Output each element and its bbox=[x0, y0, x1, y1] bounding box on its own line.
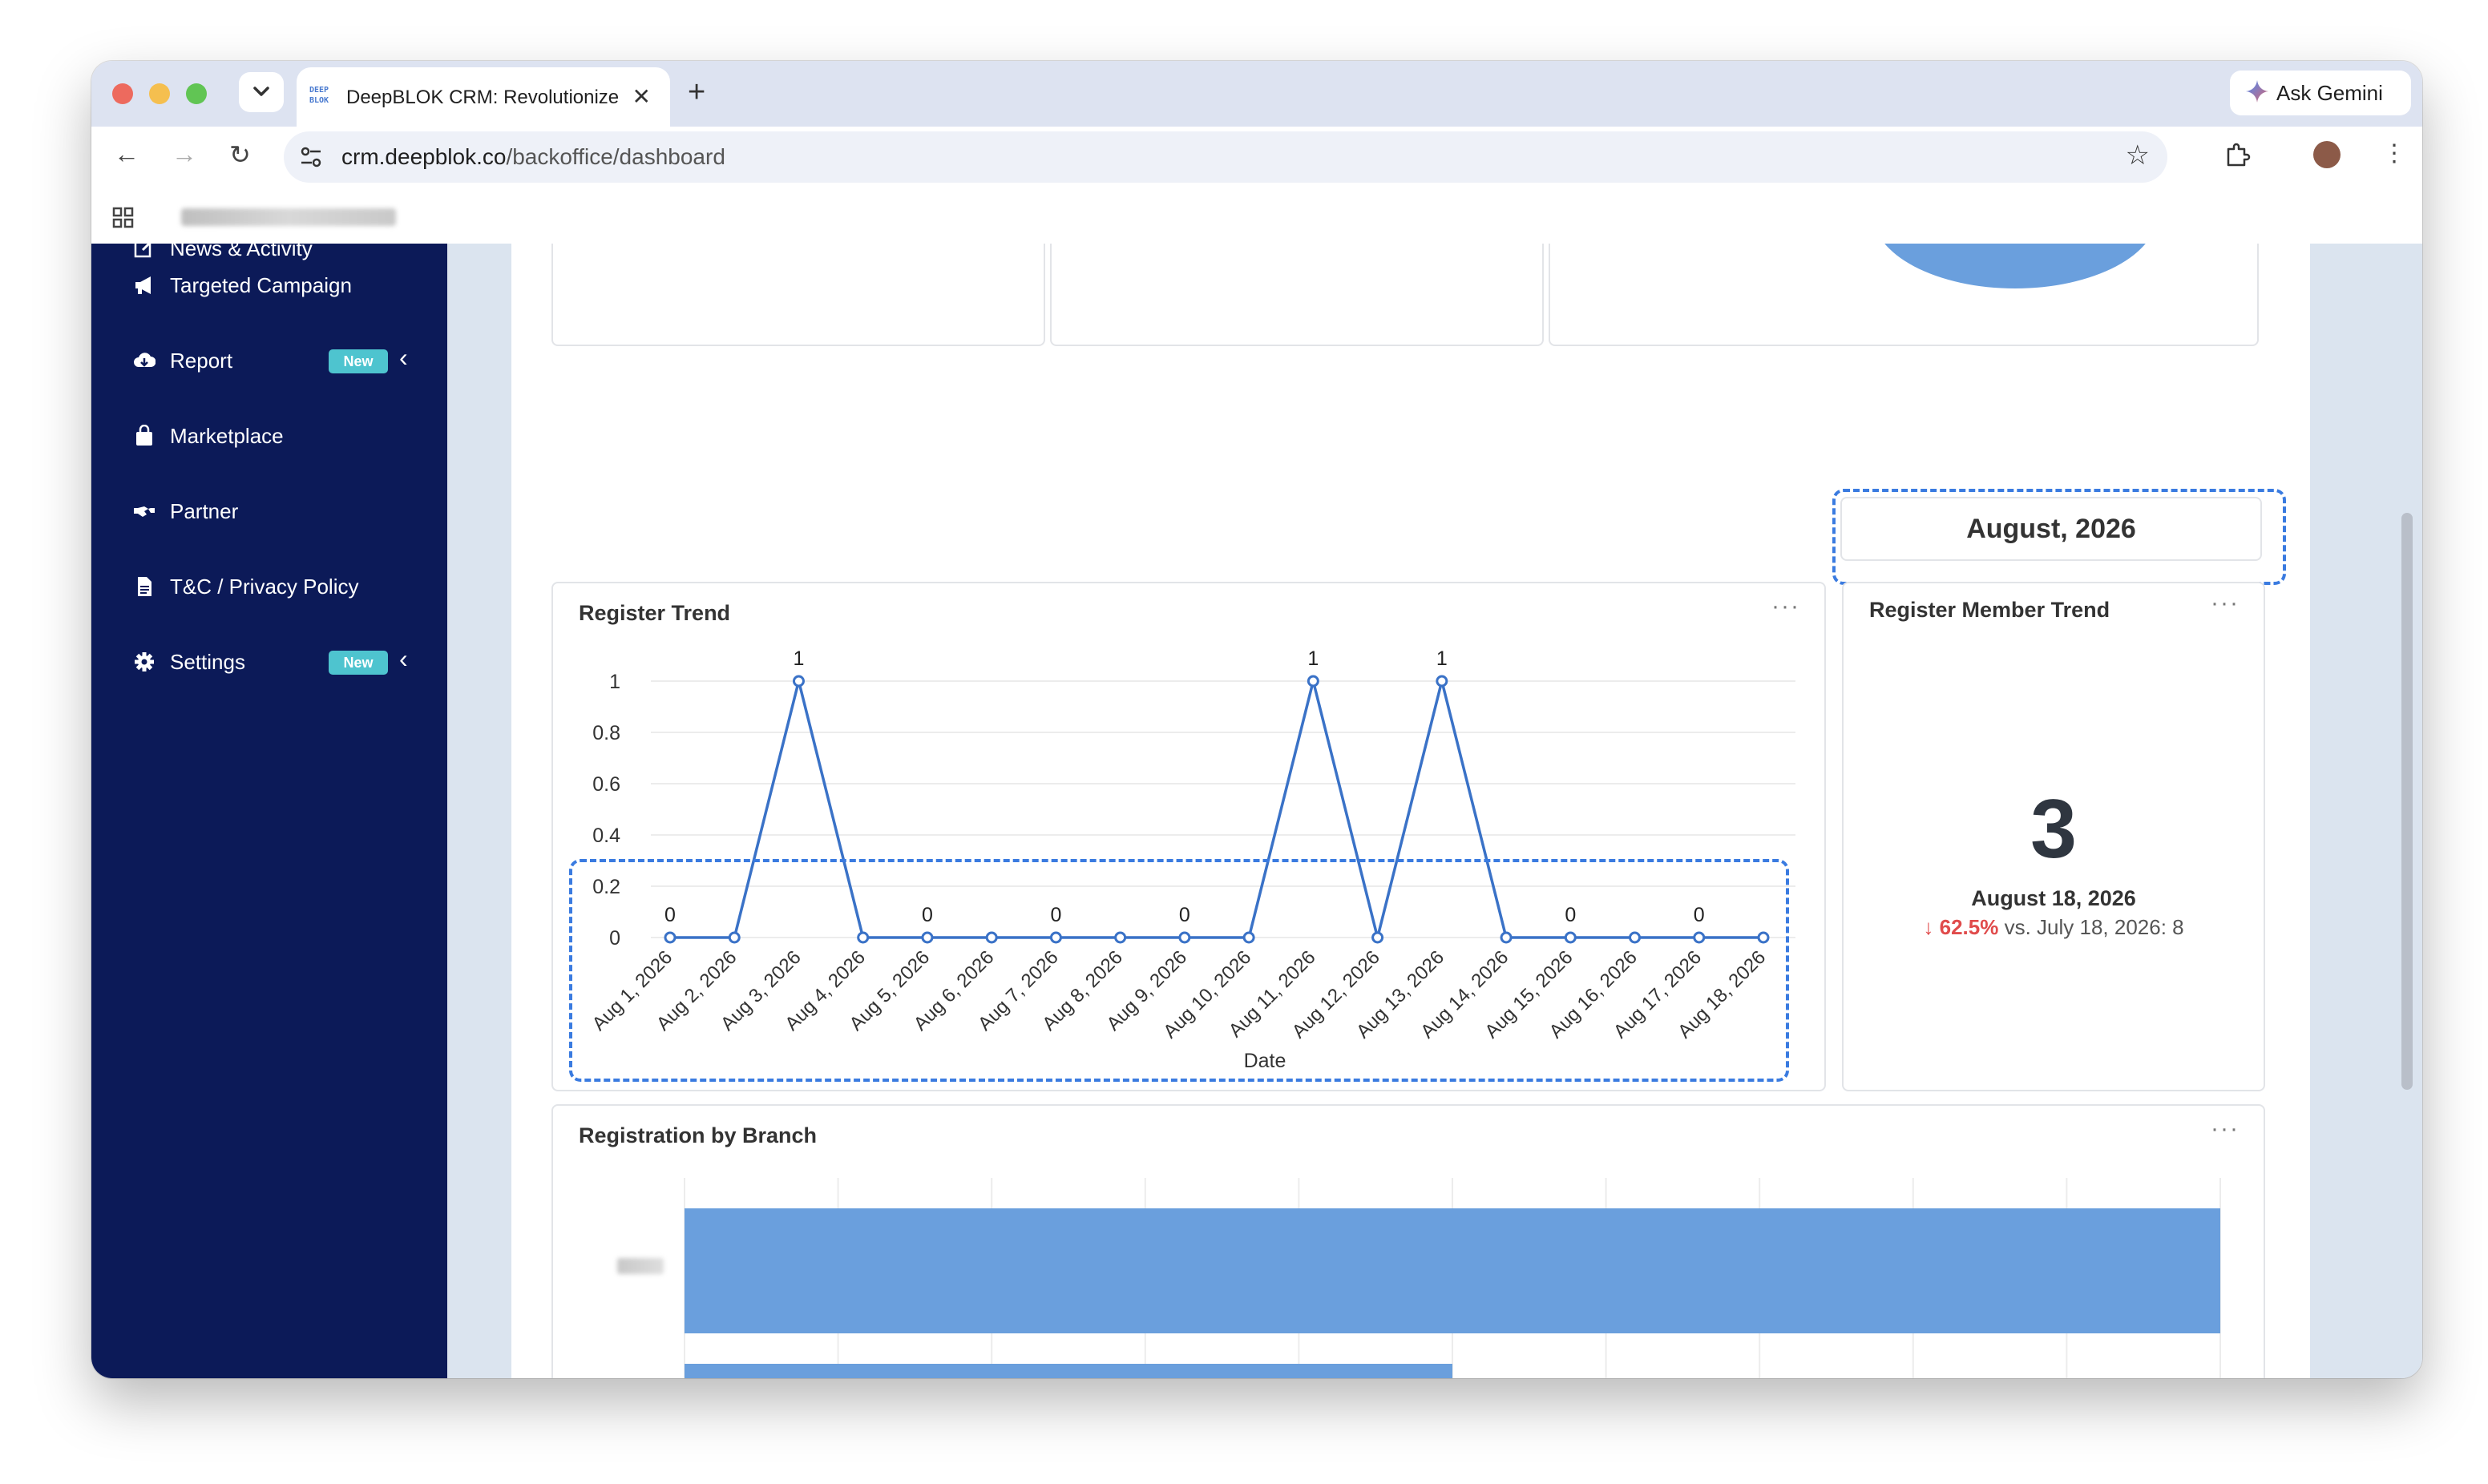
y-tick-label: 0.4 bbox=[592, 825, 620, 847]
url-text: crm.deepblok.co/backoffice/dashboard bbox=[341, 144, 725, 170]
sidebar-item-label: Partner bbox=[170, 498, 239, 523]
navigation-toolbar: ← → ↻ crm.deepblok.co/backoffice/dashboa… bbox=[91, 127, 2422, 189]
sidebar-item-news-activity[interactable]: News & Activity bbox=[133, 244, 313, 264]
data-label: 1 bbox=[1436, 647, 1448, 670]
pie-chart-slice bbox=[1884, 244, 2146, 288]
ask-gemini-label: Ask Gemini bbox=[2276, 81, 2383, 105]
maximize-window-button[interactable] bbox=[186, 83, 207, 104]
branch-bar bbox=[685, 1208, 2220, 1333]
site-settings-icon[interactable] bbox=[297, 143, 325, 171]
profile-avatar[interactable] bbox=[2313, 141, 2341, 168]
data-label: 1 bbox=[1307, 647, 1319, 670]
blurred-bookmark[interactable] bbox=[181, 208, 396, 226]
ask-gemini-button[interactable]: Ask Gemini bbox=[2230, 71, 2411, 115]
sidebar-item-marketplace[interactable]: Marketplace bbox=[133, 420, 284, 452]
branch-bar-chart bbox=[684, 1178, 2221, 1378]
y-tick-label: 0.6 bbox=[592, 773, 620, 796]
card-title: Register Member Trend bbox=[1869, 598, 2110, 622]
reload-icon[interactable]: ↻ bbox=[229, 139, 251, 170]
arrow-down-icon: ↓ bbox=[1923, 915, 1934, 939]
sidebar-item-settings[interactable]: Settings bbox=[133, 646, 245, 678]
shopping-bag-icon bbox=[136, 425, 152, 446]
tab-deepblok-crm[interactable]: DEEP BLOK DeepBLOK CRM: Revolutionize ✕ bbox=[297, 67, 670, 127]
sidebar-item-label: Targeted Campaign bbox=[170, 272, 352, 297]
kpi-delta-comparison: vs. July 18, 2026: 8 bbox=[2004, 915, 2184, 939]
sidebar-item-report[interactable]: Report bbox=[133, 345, 232, 377]
sidebar-item-label: Report bbox=[170, 348, 233, 373]
registration-by-branch-card: Registration by Branch ··· bbox=[551, 1104, 2265, 1378]
branch-bar bbox=[685, 1364, 1452, 1378]
close-window-button[interactable] bbox=[112, 83, 133, 104]
kpi-date: August 18, 2026 bbox=[1971, 886, 2136, 910]
cloud-download-icon bbox=[134, 353, 156, 367]
extensions-puzzle-icon[interactable] bbox=[2222, 139, 2254, 171]
sidebar-item-label: T&C / Privacy Policy bbox=[170, 574, 359, 599]
sidebar-item-partner[interactable]: Partner bbox=[133, 495, 238, 527]
back-arrow-icon[interactable]: ← bbox=[114, 139, 139, 169]
summary-card bbox=[551, 244, 1045, 346]
new-tab-button[interactable]: + bbox=[688, 75, 705, 110]
sidebar: News & Activity Targeted Campaign Report… bbox=[91, 244, 447, 1378]
new-badge: New bbox=[329, 651, 388, 675]
apps-grid-icon[interactable] bbox=[112, 207, 135, 229]
summary-card bbox=[1050, 244, 1544, 346]
sidebar-item-label: News & Activity bbox=[170, 244, 313, 260]
month-picker[interactable]: August, 2026 bbox=[1840, 497, 2262, 561]
document-icon bbox=[138, 577, 151, 596]
browser-window: DEEP BLOK DeepBLOK CRM: Revolutionize ✕ … bbox=[91, 61, 2422, 1378]
forward-arrow-icon[interactable]: → bbox=[172, 139, 197, 169]
data-point bbox=[1436, 675, 1448, 688]
data-point bbox=[792, 675, 805, 688]
chevron-down-icon bbox=[253, 87, 269, 96]
edit-icon bbox=[134, 244, 151, 258]
pie-chart-card bbox=[1549, 244, 2259, 346]
bookmarks-bar bbox=[91, 189, 2422, 244]
sidebar-item-targeted-campaign[interactable]: Targeted Campaign bbox=[133, 269, 352, 301]
chevron-left-icon[interactable]: ‹ bbox=[399, 644, 408, 674]
close-tab-icon[interactable]: ✕ bbox=[632, 83, 651, 110]
data-point bbox=[1307, 675, 1319, 688]
data-label: 1 bbox=[794, 647, 805, 670]
chevron-left-icon[interactable]: ‹ bbox=[399, 343, 408, 373]
register-member-trend-card: Register Member Trend ··· 3 August 18, 2… bbox=[1842, 582, 2265, 1091]
megaphone-icon bbox=[135, 276, 151, 294]
y-tick-label: 1 bbox=[609, 671, 620, 693]
sidebar-item-label: Settings bbox=[170, 649, 245, 674]
address-bar[interactable]: crm.deepblok.co/backoffice/dashboard ☆ bbox=[284, 131, 2167, 183]
new-badge: New bbox=[329, 349, 388, 373]
kpi-delta-percent: 62.5% bbox=[1939, 915, 1999, 939]
gemini-sparkle-icon bbox=[2246, 80, 2268, 103]
kpi-delta: ↓ 62.5% vs. July 18, 2026: 8 bbox=[1844, 915, 2264, 940]
tab-strip: DEEP BLOK DeepBLOK CRM: Revolutionize ✕ … bbox=[91, 61, 2422, 127]
sidebar-item-label: Marketplace bbox=[170, 423, 284, 448]
handshake-icon bbox=[134, 506, 155, 517]
deepblok-favicon-icon: DEEP BLOK bbox=[309, 86, 329, 105]
scrollbar-thumb[interactable] bbox=[2401, 513, 2413, 1090]
browser-menu-icon[interactable]: ⋮ bbox=[2382, 139, 2406, 167]
gear-icon bbox=[135, 652, 154, 671]
tab-search-button[interactable] bbox=[239, 72, 284, 112]
kpi-value: 3 bbox=[2030, 783, 2077, 876]
url-path: /backoffice/dashboard bbox=[506, 144, 725, 169]
sidebar-item-terms-privacy[interactable]: T&C / Privacy Policy bbox=[133, 571, 359, 603]
chart-highlight bbox=[569, 859, 1789, 1082]
minimize-window-button[interactable] bbox=[149, 83, 170, 104]
more-options-icon[interactable]: ··· bbox=[2211, 590, 2240, 617]
tab-title: DeepBLOK CRM: Revolutionize bbox=[346, 87, 619, 108]
y-tick-label: 0.8 bbox=[592, 722, 620, 744]
bookmark-star-icon[interactable]: ☆ bbox=[2126, 139, 2150, 171]
web-page: News & Activity Targeted Campaign Report… bbox=[91, 244, 2422, 1378]
url-host: crm.deepblok.co bbox=[341, 144, 507, 169]
blurred-branch-label bbox=[617, 1258, 664, 1274]
